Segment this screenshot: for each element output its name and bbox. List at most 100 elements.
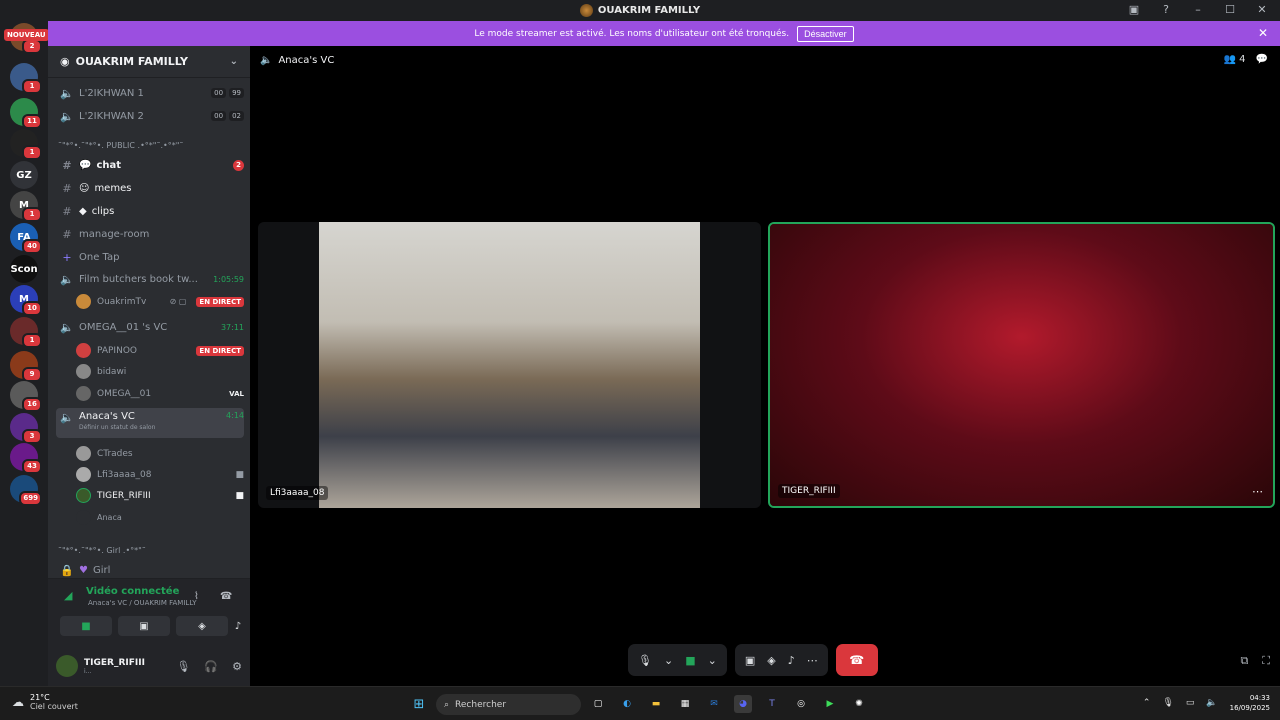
more-icon[interactable]: ⋯ <box>807 654 818 667</box>
microphone-icon[interactable]: 🎙 <box>1162 698 1173 708</box>
channel-name: L'2IKHWAN 1 <box>79 87 144 99</box>
voice-user[interactable]: Anaca <box>76 507 244 528</box>
server-icon[interactable]: M 10 <box>10 285 42 316</box>
lock-icon: 🔒 <box>60 563 74 577</box>
hang-up-button[interactable]: ☎ <box>835 644 878 676</box>
chevron-down-icon[interactable]: ⌄ <box>708 654 717 667</box>
screen-share-button[interactable]: ▣ <box>118 616 170 636</box>
camera-icon: ■ <box>235 469 244 480</box>
chevron-up-icon[interactable]: ⌃ <box>1143 698 1151 708</box>
start-icon[interactable]: ⊞ <box>410 695 428 713</box>
activity-button[interactable]: ◈ <box>176 616 228 636</box>
teams-icon[interactable]: T <box>763 695 781 713</box>
voice-status[interactable]: Vidéo connectée <box>86 586 179 597</box>
server-icon[interactable]: 16 <box>10 381 42 412</box>
voice-user[interactable]: bidawi <box>76 361 244 382</box>
app-icon[interactable]: ◎ <box>792 695 810 713</box>
server-icon[interactable]: 9 <box>10 351 42 382</box>
activity-icon[interactable]: ◈ <box>767 654 775 667</box>
close-window-button[interactable]: ✕ <box>1254 3 1270 16</box>
taskbar-search[interactable]: ⌕ Rechercher <box>436 694 581 715</box>
server-icon[interactable]: FA 40 <box>10 223 42 254</box>
disable-streamer-button[interactable]: Désactiver <box>797 25 854 42</box>
avatar[interactable] <box>56 655 78 677</box>
soundboard-icon[interactable]: ♪ <box>788 654 795 667</box>
server-icon[interactable]: 1 <box>10 129 42 160</box>
clock[interactable]: 04:33 16/09/2025 <box>1230 693 1270 713</box>
server-icon[interactable]: 1 <box>10 63 42 94</box>
noise-suppression-icon[interactable]: ⌇ <box>194 591 199 602</box>
video-tile-speaking[interactable]: TIGER_RIFIII ⋯ <box>768 222 1275 508</box>
avatar <box>76 294 91 309</box>
maximize-button[interactable]: ☐ <box>1222 3 1238 16</box>
voice-channel-ikhwan1[interactable]: 🔈 L'2IKHWAN 1 00 99 <box>56 82 244 104</box>
server-icon[interactable]: 43 <box>10 443 42 474</box>
server-icon[interactable]: 11 <box>10 98 42 129</box>
members-icon[interactable]: 👥 4 <box>1224 54 1246 65</box>
microphone-icon[interactable]: 🎙 <box>176 660 190 673</box>
disconnect-icon[interactable]: ☎ <box>220 591 232 602</box>
file-explorer-icon[interactable]: ▬ <box>647 695 665 713</box>
server-icon[interactable]: M1 <box>10 191 42 222</box>
chevron-down-icon[interactable]: ⌄ <box>664 654 673 667</box>
category-public[interactable]: ˜"*°•.˜"*°•. PUBLIC .•°*"˜.•°*"˜ <box>58 141 183 150</box>
voice-user[interactable]: PAPINOO EN DIRECT <box>76 340 244 361</box>
user-name: TIGER_RIFIII <box>97 490 151 501</box>
soundboard-button[interactable]: ♪ <box>233 616 243 636</box>
screen-share-icon[interactable]: ▣ <box>745 654 755 667</box>
search-icon: ⌕ <box>444 699 450 710</box>
weather-widget[interactable]: ☁ 21°C Ciel couvert <box>12 693 78 711</box>
camera-button[interactable]: ■ <box>60 616 112 636</box>
server-icon[interactable]: 3 <box>10 413 42 444</box>
channel-status[interactable]: Définir un statut de salon <box>79 424 155 431</box>
voice-user[interactable]: TIGER_RIFIII ■ <box>76 485 244 506</box>
help-icon[interactable]: ? <box>1158 3 1174 16</box>
server-header[interactable]: ◉ OUAKRIM FAMILLY ⌄ <box>48 46 250 78</box>
voice-user[interactable]: OMEGA__01 VAL <box>76 383 244 404</box>
outlook-icon[interactable]: ✉ <box>705 695 723 713</box>
voice-user[interactable]: OuakrimTv ⊘ ▢ EN DIRECT <box>76 291 244 312</box>
channel-one-tap[interactable]: + One Tap <box>56 246 244 268</box>
task-view-icon[interactable]: ▢ <box>589 695 607 713</box>
category-girl[interactable]: ˜"*°•.˜"*°•. Girl .•°*"˜ <box>58 546 146 555</box>
fullscreen-icon[interactable]: ⛶ <box>1262 654 1270 668</box>
server-icon[interactable]: 699 <box>10 475 42 506</box>
camera-icon[interactable]: ■ <box>685 654 695 667</box>
channel-manage-room[interactable]: # manage-room <box>56 223 244 245</box>
volume-icon[interactable]: 🔈 <box>1206 698 1217 708</box>
inbox-icon[interactable]: ▣ <box>1126 3 1142 16</box>
minimize-button[interactable]: – <box>1190 3 1206 16</box>
user-count: 00 <box>211 111 227 121</box>
channel-memes[interactable]: # ☺ memes <box>56 177 244 199</box>
voice-user[interactable]: CTrades <box>76 443 244 464</box>
popout-icon[interactable]: ⧉ <box>1240 654 1248 668</box>
chat-icon[interactable]: 💬 <box>1256 54 1268 65</box>
channel-clips[interactable]: # ◆ clips <box>56 200 244 222</box>
voice-channel-path[interactable]: Anaca's VC / OUAKRIM FAMILLY <box>88 599 197 607</box>
close-icon[interactable]: ✕ <box>1258 26 1268 40</box>
speaker-icon: 🔈 <box>60 86 74 100</box>
voice-user[interactable]: Lfi3aaaa_08 ■ <box>76 464 244 485</box>
mention-badge: 2 <box>233 159 244 171</box>
voice-channel-ikhwan2[interactable]: 🔈 L'2IKHWAN 2 00 02 <box>56 105 244 127</box>
video-tile[interactable]: Lfi3aaaa_08 <box>258 222 761 508</box>
voice-channel-anaca[interactable]: 🔈 Anaca's VC Définir un statut de salon … <box>56 408 244 438</box>
more-options-icon[interactable]: ⋯ <box>1252 485 1263 498</box>
channel-name: Film butchers book tw... <box>79 273 198 285</box>
speaker-icon: 🔈 <box>60 272 74 286</box>
voice-channel-film[interactable]: 🔈 Film butchers book tw... 1:05:59 <box>56 268 244 290</box>
server-icon[interactable]: 1 <box>10 317 42 348</box>
media-player-icon[interactable]: ▶ <box>821 695 839 713</box>
monitor-icon[interactable]: ▭ <box>1186 698 1195 708</box>
headphones-icon[interactable]: 🎧 <box>204 660 218 673</box>
edge-icon[interactable]: ◐ <box>618 695 636 713</box>
server-icon[interactable]: GZ <box>10 161 38 189</box>
discord-icon[interactable]: ◕ <box>734 695 752 713</box>
channel-chat[interactable]: # 💬 chat 2 <box>56 154 244 176</box>
store-icon[interactable]: ▦ <box>676 695 694 713</box>
server-icon[interactable]: Scon <box>10 255 38 283</box>
voice-channel-omega[interactable]: 🔈 OMEGA__01 's VC 37:11 <box>56 316 244 338</box>
gear-icon[interactable]: ⚙ <box>232 660 242 673</box>
chatgpt-icon[interactable]: ✺ <box>850 695 868 713</box>
microphone-icon[interactable]: 🎙 <box>638 654 652 667</box>
